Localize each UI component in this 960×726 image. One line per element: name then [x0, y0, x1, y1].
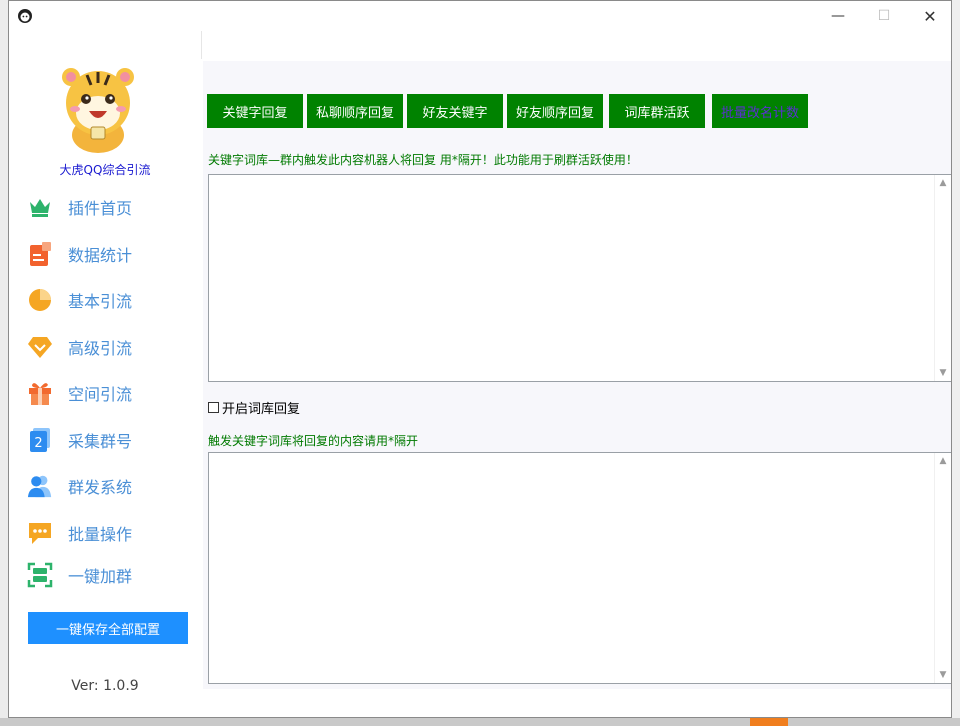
sidebar-item-label: 一键加群: [68, 567, 133, 586]
sidebar-item-home[interactable]: 插件首页: [27, 191, 197, 223]
sidebar-item-label: 采集群号: [68, 432, 133, 451]
sidebar-item-join-groups[interactable]: 一键加群: [27, 559, 197, 591]
sidebar-item-label: 群发系统: [68, 478, 133, 497]
taskbar-highlight: [750, 718, 788, 726]
crown-icon: [27, 194, 53, 220]
sidebar-item-collect-groups[interactable]: 2 采集群号: [27, 424, 197, 456]
sidebar-item-statistics[interactable]: 数据统计: [27, 238, 197, 270]
close-button[interactable]: ✕: [907, 1, 951, 31]
scroll-up-icon[interactable]: ▲: [935, 175, 951, 191]
sidebar: 大虎QQ综合引流 插件首页 数据统计 基本引流 高级引流 空间引流 2 采集群号…: [9, 31, 201, 717]
version-label: Ver: 1.0.9: [71, 678, 139, 694]
sidebar-item-advanced[interactable]: 高级引流: [27, 331, 197, 363]
main-panel: 关键字回复 私聊顺序回复 好友关键字 好友顺序回复 词库群活跃 批量改名计数 关…: [203, 61, 951, 689]
top-divider: [201, 31, 204, 59]
title-bar[interactable]: — ☐ ✕: [9, 1, 951, 31]
desktop-background-right: [952, 0, 960, 726]
sidebar-item-label: 插件首页: [68, 199, 133, 218]
minimize-button[interactable]: —: [815, 1, 861, 31]
scroll-down-icon[interactable]: ▼: [935, 667, 951, 683]
diamond-icon: [27, 334, 53, 360]
gift-icon: [27, 380, 53, 406]
sidebar-item-label: 数据统计: [68, 246, 133, 265]
enable-lexicon-reply-toggle[interactable]: 开启词库回复: [208, 398, 300, 417]
vertical-scrollbar[interactable]: ▲ ▼: [934, 175, 951, 381]
maximize-button[interactable]: ☐: [861, 1, 907, 31]
keyword-lexicon-textarea[interactable]: ▲ ▼: [208, 174, 951, 382]
document-chart-icon: [27, 241, 53, 267]
save-all-config-button[interactable]: 一键保存全部配置: [28, 612, 188, 644]
users-icon: [27, 473, 53, 499]
scroll-up-icon[interactable]: ▲: [935, 453, 951, 469]
enable-lexicon-reply-checkbox[interactable]: [208, 402, 219, 413]
scan-icon: [27, 562, 53, 588]
reply-content-input[interactable]: [209, 453, 951, 683]
sidebar-item-space[interactable]: 空间引流: [27, 377, 197, 409]
number-badge-icon: 2: [27, 427, 53, 453]
svg-text:2: 2: [34, 436, 42, 451]
app-window: — ☐ ✕ 大虎QQ综合引流 插件首页 数据统计 基本引流 高级引流 空间引流 …: [8, 0, 952, 718]
sidebar-item-label: 空间引流: [68, 385, 133, 404]
sidebar-item-label: 基本引流: [68, 292, 133, 311]
tiger-mascot-logo: [51, 63, 145, 157]
pie-chart-icon: [27, 287, 53, 313]
tab-private-sequence-reply[interactable]: 私聊顺序回复: [307, 94, 403, 128]
desktop-background-left: [0, 0, 8, 726]
sidebar-item-label: 批量操作: [68, 525, 133, 544]
chat-bubble-icon: [27, 520, 53, 546]
scroll-down-icon[interactable]: ▼: [935, 365, 951, 381]
brand-name: 大虎QQ综合引流: [59, 163, 151, 177]
desktop-background-bottom: [0, 718, 960, 726]
keyword-lexicon-note: 关键字词库—群内触发此内容机器人将回复 用*隔开！此功能用于刷群活跃使用！: [208, 153, 638, 167]
reply-content-textarea[interactable]: ▲ ▼: [208, 452, 951, 684]
app-logo-icon: [18, 9, 32, 23]
vertical-scrollbar[interactable]: ▲ ▼: [934, 453, 951, 683]
tab-keyword-reply[interactable]: 关键字回复: [207, 94, 303, 128]
sidebar-item-broadcast[interactable]: 群发系统: [27, 470, 197, 502]
sidebar-item-batch[interactable]: 批量操作: [27, 517, 197, 549]
reply-content-note: 触发关键字词库将回复的内容请用*隔开: [208, 434, 419, 448]
sidebar-item-basic[interactable]: 基本引流: [27, 284, 197, 316]
tab-friend-keyword[interactable]: 好友关键字: [407, 94, 503, 128]
enable-lexicon-reply-label: 开启词库回复: [222, 402, 301, 417]
keyword-lexicon-input[interactable]: [209, 175, 951, 381]
sidebar-item-label: 高级引流: [68, 339, 133, 358]
tab-batch-rename-count[interactable]: 批量改名计数: [712, 94, 808, 128]
tab-lexicon-group-active[interactable]: 词库群活跃: [609, 94, 705, 128]
tab-friend-sequence-reply[interactable]: 好友顺序回复: [507, 94, 603, 128]
